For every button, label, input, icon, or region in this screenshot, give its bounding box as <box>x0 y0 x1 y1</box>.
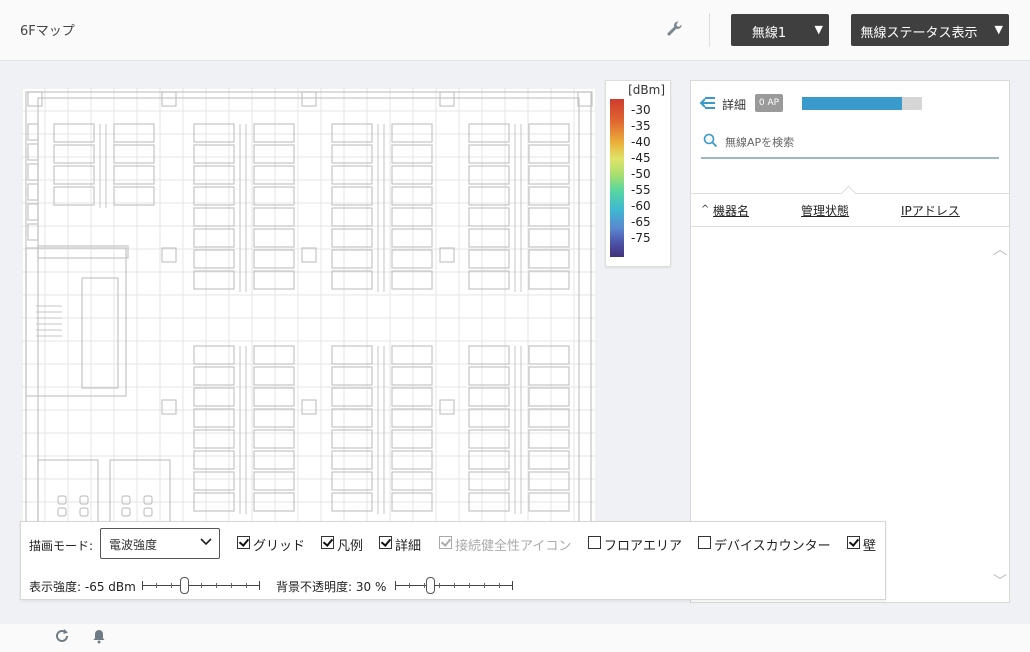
search-icon <box>703 133 718 148</box>
column-device-name[interactable]: 機器名 <box>713 202 749 219</box>
slider-tick <box>499 583 500 588</box>
legend-tick: -50 <box>631 167 651 181</box>
refresh-icon[interactable] <box>54 628 70 644</box>
legend-tick: -45 <box>631 151 651 165</box>
background-opacity-label: 背景不透明度: 30 % <box>276 580 387 594</box>
wireless-band-label: 無線1 <box>751 26 787 41</box>
floor-area-checkbox-label: フロアエリア <box>604 539 683 554</box>
slider-endcap <box>512 581 513 590</box>
legend-tick: -65 <box>631 215 651 229</box>
legend-tick: -55 <box>631 183 651 197</box>
top-bar: 6Fマップ 無線1 ▼ 無線ステータス表示 ▼ <box>0 0 1030 61</box>
dropdown-arrow-icon: ▼ <box>994 23 1003 36</box>
display-strength-label: 表示強度: -65 dBm <box>29 580 136 594</box>
footer-bar <box>0 624 1030 652</box>
slider-tick <box>409 583 410 588</box>
slider-tick <box>246 583 247 588</box>
background-opacity-thumb[interactable] <box>426 577 436 594</box>
checkbox-box[interactable] <box>588 536 601 549</box>
header-divider <box>709 13 710 47</box>
checkbox-box[interactable] <box>698 536 711 549</box>
column-ip-address[interactable]: IPアドレス <box>901 202 960 219</box>
slider-tick <box>156 583 157 588</box>
details-title: 詳細 <box>722 98 747 112</box>
scroll-down-icon[interactable]: ﹀ <box>993 571 1007 591</box>
ap-table-header: ^ 機器名 管理状態 IPアドレス <box>691 185 1009 227</box>
legend-tick: -75 <box>631 231 651 245</box>
slider-endcap <box>259 581 260 590</box>
header-notch <box>840 185 857 202</box>
back-arrow-icon[interactable] <box>699 95 717 111</box>
slider-tick <box>454 583 455 588</box>
slider-tick <box>231 583 232 588</box>
slider-tick <box>216 583 217 588</box>
legend-unit: [dBm] <box>628 83 665 97</box>
floor-plan-drawing <box>22 88 595 528</box>
ap-progress-bar <box>802 97 922 110</box>
details-checkbox-label: 詳細 <box>395 539 422 554</box>
slider-tick <box>424 583 425 588</box>
checkbox-box[interactable] <box>847 536 860 549</box>
floor-map[interactable] <box>22 88 595 528</box>
ap-search-input[interactable] <box>723 131 997 153</box>
slider-tick <box>484 583 485 588</box>
legend-checkbox-label: 凡例 <box>337 539 364 554</box>
status-display-dropdown[interactable]: 無線ステータス表示 ▼ <box>851 14 1009 46</box>
display-strength-slider[interactable] <box>142 577 260 594</box>
draw-mode-value: 電波強度 <box>109 538 158 552</box>
column-management-status[interactable]: 管理状態 <box>801 202 849 219</box>
signal-legend: [dBm] -30 -35 -40 -45 -50 -55 -60 -65 -7… <box>605 80 671 267</box>
grid-checkbox-label: グリッド <box>253 539 306 554</box>
connection-health-checkbox-label: 接続健全性アイコン <box>455 539 572 554</box>
chevron-down-icon <box>200 538 212 546</box>
checkbox-box <box>439 536 452 549</box>
ap-progress-fill <box>802 97 902 110</box>
slider-endcap <box>395 581 396 590</box>
slider-tick <box>171 583 172 588</box>
checkbox-box[interactable] <box>379 536 392 549</box>
wireless-band-dropdown[interactable]: 無線1 ▼ <box>731 14 829 46</box>
draw-options-panel: 描画モード: 電波強度 グリッド 凡例 詳細 接続健全性アイコン フロアエリア … <box>20 521 886 600</box>
legend-color-bar <box>610 99 624 257</box>
slider-endcap <box>142 581 143 590</box>
wall-checkbox-label: 壁 <box>863 539 877 554</box>
ap-count-badge: 0 AP <box>755 94 783 112</box>
background-opacity-slider[interactable] <box>395 577 513 594</box>
scroll-up-icon[interactable]: ︿ <box>993 239 1007 259</box>
checkbox-box[interactable] <box>237 536 250 549</box>
dropdown-arrow-icon: ▼ <box>814 23 823 36</box>
legend-tick: -40 <box>631 135 651 149</box>
sort-ascending-icon: ^ <box>701 204 710 215</box>
bell-icon[interactable] <box>91 628 107 644</box>
slider-tick <box>439 583 440 588</box>
checkbox-box[interactable] <box>321 536 334 549</box>
device-counter-checkbox-label: デバイスカウンター <box>714 539 831 554</box>
legend-tick: -30 <box>631 103 651 117</box>
draw-mode-label: 描画モード: <box>29 539 94 553</box>
wrench-icon[interactable] <box>664 19 684 39</box>
page-title: 6Fマップ <box>20 24 75 39</box>
legend-tick: -60 <box>631 199 651 213</box>
legend-tick: -35 <box>631 119 651 133</box>
slider-tick <box>201 583 202 588</box>
ap-search-box <box>701 129 999 159</box>
display-strength-thumb[interactable] <box>180 577 190 594</box>
slider-tick <box>469 583 470 588</box>
status-display-label: 無線ステータス表示 <box>860 26 978 41</box>
draw-mode-select[interactable]: 電波強度 <box>100 528 220 559</box>
